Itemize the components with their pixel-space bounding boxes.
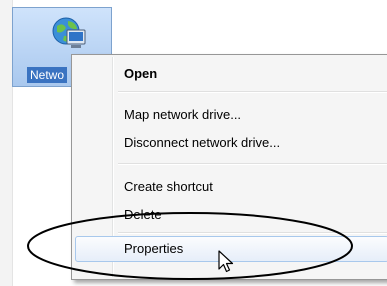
desktop-icon-label: Netwo <box>27 67 68 83</box>
menu-item-map-network-drive[interactable]: Map network drive... <box>124 104 374 126</box>
annotation-ellipse <box>27 212 353 280</box>
menu-separator <box>118 163 387 165</box>
menu-item-open[interactable]: Open <box>124 63 374 85</box>
menu-separator <box>118 91 387 93</box>
mouse-cursor-icon <box>218 250 234 273</box>
menu-item-create-shortcut[interactable]: Create shortcut <box>124 176 374 198</box>
menu-item-disconnect-network-drive[interactable]: Disconnect network drive... <box>124 132 374 154</box>
network-icon <box>52 17 86 48</box>
